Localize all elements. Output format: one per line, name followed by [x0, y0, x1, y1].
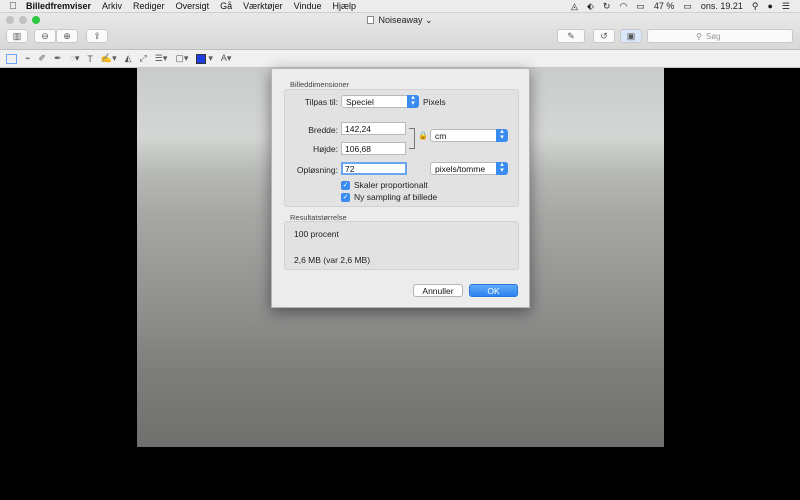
window-title-text: Noiseaway	[378, 15, 423, 25]
border-color-icon[interactable]: ▢▾	[175, 53, 188, 64]
rotate-icon: ↺	[600, 30, 608, 41]
popup-arrows-icon: ▴ ▾	[407, 94, 419, 108]
notification-center-icon[interactable]: ☰	[782, 1, 790, 11]
clock[interactable]: ons. 19.21	[701, 1, 743, 11]
scale-proportional-checkbox[interactable]: ✓ Skaler proportionalt	[341, 180, 428, 190]
checkmark-icon: ✓	[341, 192, 350, 202]
fit-unit-label: Pixels	[423, 97, 446, 107]
resolution-field[interactable]: 72	[341, 162, 407, 175]
fit-popup[interactable]: Speciel ▴ ▾	[341, 94, 419, 108]
markup-toolbar-button[interactable]: ▣	[620, 29, 642, 43]
window-titlebar: Noiseaway ⌄ ▥ ⊖ ⊕ ⇪ ✎ ↺ ▣ ⚲ Søg	[0, 13, 800, 50]
window-title[interactable]: Noiseaway ⌄	[0, 15, 800, 26]
menu-oversigt[interactable]: Oversigt	[176, 1, 210, 11]
fit-value: Speciel	[346, 97, 374, 107]
rect-selection-icon[interactable]	[6, 53, 17, 64]
menu-vaerktojer[interactable]: Værktøjer	[243, 1, 283, 11]
zoom-out-button[interactable]: ⊖	[34, 29, 56, 43]
rotate-button[interactable]: ↺	[593, 29, 615, 43]
height-label: Højde:	[312, 144, 338, 154]
unit-popup[interactable]: cm ▴ ▾	[430, 128, 508, 142]
wifi-icon[interactable]: ◠	[619, 1, 627, 11]
chevron-down-icon: ⌄	[425, 15, 433, 25]
cancel-button[interactable]: Annuller	[413, 284, 463, 297]
battery-percent[interactable]: 47 %	[654, 1, 675, 11]
menu-bar:  Billedfremviser Arkiv Rediger Oversigt…	[0, 0, 800, 13]
time-machine-icon[interactable]: ↻	[603, 1, 611, 11]
search-field[interactable]: ⚲ Søg	[647, 29, 793, 43]
shape-style-icon[interactable]: ☰▾	[155, 53, 168, 64]
resample-checkbox[interactable]: ✓ Ny sampling af billede	[341, 192, 437, 202]
search-icon: ⚲	[696, 31, 702, 41]
text-icon[interactable]: T	[87, 54, 93, 64]
result-size: 2,6 MB (var 2,6 MB)	[294, 255, 371, 265]
zoom-in-button[interactable]: ⊕	[56, 29, 78, 43]
link-bracket	[409, 128, 415, 149]
shapes-icon[interactable]: ◌▾	[70, 53, 80, 64]
sidebar-icon: ▥	[12, 30, 22, 41]
status-area: ◬ ⬖ ↻ ◠ ▭ 47 % ▭ ons. 19.21 ⚲ ● ☰	[571, 1, 800, 11]
fit-label: Tilpas til:	[304, 97, 338, 107]
airplay-icon[interactable]: ▭	[636, 1, 645, 11]
markup-toolbar: ⌁ ✐ ✒ ◌▾ T ✍▾ ◭ ⤢ ☰▾ ▢▾ ▾ A▾	[0, 50, 800, 68]
menu-vindue[interactable]: Vindue	[294, 1, 322, 11]
adjust-color-icon[interactable]: ◭	[125, 53, 132, 64]
share-icon: ⇪	[93, 30, 101, 41]
unit-value: cm	[435, 131, 447, 141]
width-field[interactable]: 142,24	[341, 122, 406, 135]
dimensions-section-label: Billeddimensioner	[290, 80, 350, 89]
menu-app-name[interactable]: Billedfremviser	[26, 1, 91, 11]
sketch-icon[interactable]: ✐	[38, 53, 46, 64]
document-icon	[367, 16, 375, 24]
pen-icon: ✎	[567, 30, 575, 41]
sidebar-toggle-button[interactable]: ▥	[6, 29, 28, 43]
toolbox-icon: ▣	[626, 30, 636, 41]
popup-arrows-icon: ▴ ▾	[496, 128, 508, 142]
zoom-out-icon: ⊖	[41, 30, 49, 41]
menu-arkiv[interactable]: Arkiv	[102, 1, 122, 11]
instant-alpha-icon[interactable]: ⌁	[25, 53, 30, 64]
apple-menu-icon[interactable]: 	[0, 1, 26, 12]
menu-rediger[interactable]: Rediger	[133, 1, 165, 11]
adjust-size-icon[interactable]: ⤢	[140, 53, 147, 64]
scale-proportional-label: Skaler proportionalt	[354, 180, 428, 190]
share-button[interactable]: ⇪	[86, 29, 108, 43]
fill-color-button[interactable]: ▾	[196, 53, 213, 64]
search-placeholder: Søg	[705, 31, 721, 41]
adjust-size-dialog: Billeddimensioner Tilpas til: Speciel ▴ ▾…	[271, 68, 530, 308]
zoom-in-icon: ⊕	[63, 30, 71, 41]
result-percent: 100 procent	[294, 229, 339, 239]
fill-color-swatch	[196, 53, 207, 64]
text-style-icon[interactable]: A▾	[221, 53, 232, 64]
ok-button[interactable]: OK	[469, 284, 518, 297]
resolution-label: Opløsning:	[296, 165, 338, 175]
draw-icon[interactable]: ✒	[54, 53, 62, 64]
width-label: Bredde:	[308, 125, 338, 135]
resample-label: Ny sampling af billede	[354, 192, 438, 202]
sign-icon[interactable]: ✍▾	[101, 53, 117, 64]
battery-icon[interactable]: ▭	[683, 1, 692, 11]
markup-pen-button[interactable]: ✎	[557, 29, 585, 43]
siri-icon[interactable]: ●	[767, 1, 772, 11]
resolution-unit-value: pixels/tomme	[435, 164, 486, 174]
checkmark-icon: ✓	[341, 180, 350, 190]
menu-hjaelp[interactable]: Hjælp	[332, 1, 356, 11]
menu-ga[interactable]: Gå	[220, 1, 232, 11]
popup-arrows-icon: ▴ ▾	[496, 161, 508, 175]
lock-icon[interactable]: 🔒	[418, 131, 428, 140]
height-field[interactable]: 106,68	[341, 142, 406, 155]
sync-icon[interactable]: ◬	[571, 1, 578, 11]
dropbox-icon[interactable]: ⬖	[587, 1, 594, 11]
spotlight-search-icon[interactable]: ⚲	[752, 1, 759, 11]
resolution-unit-popup[interactable]: pixels/tomme ▴ ▾	[430, 161, 508, 175]
